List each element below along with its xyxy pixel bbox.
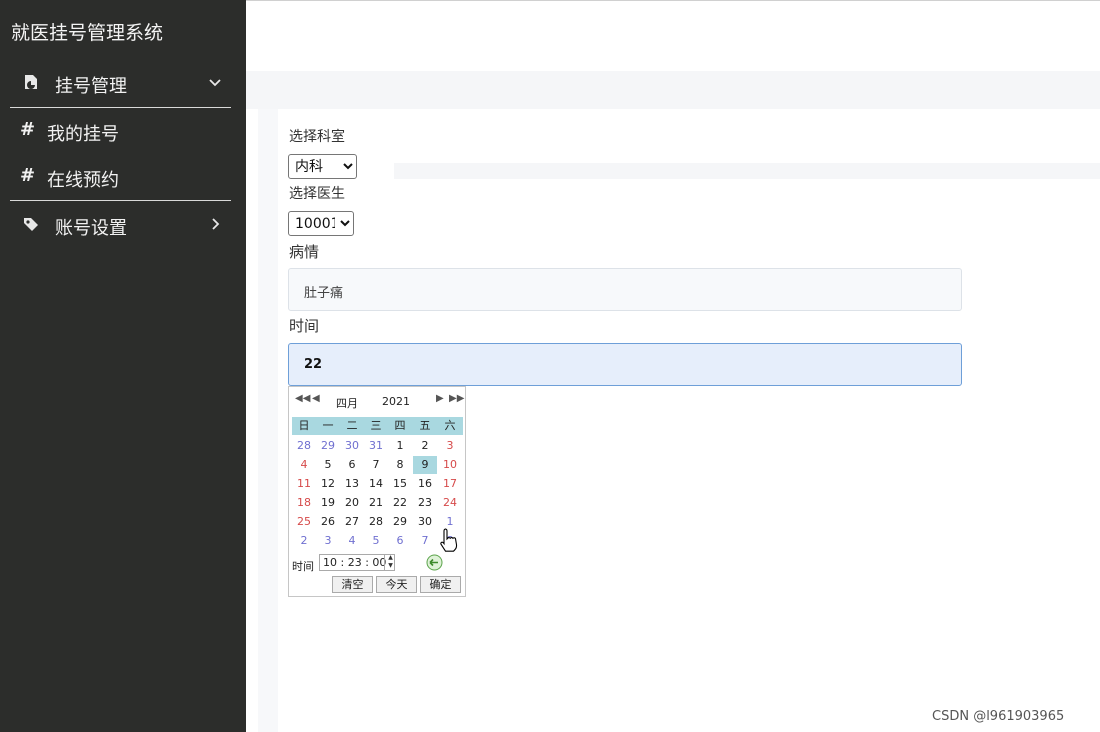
day-cell[interactable]: 1 <box>388 437 412 455</box>
day-cell[interactable]: 8 <box>388 456 412 474</box>
picker-time-label: 时间 <box>292 560 314 573</box>
weekday-label: 四 <box>394 419 406 432</box>
content-band <box>394 163 1100 179</box>
day-cell[interactable]: 4 <box>292 456 316 474</box>
day-cell[interactable]: 15 <box>388 475 412 493</box>
day-cell[interactable]: 4 <box>340 532 364 550</box>
sidebar: 就医挂号管理系统 挂号管理 # 我的挂号 # 在线预约 账号设置 <box>0 0 246 732</box>
department-select[interactable]: 内科 <box>288 154 357 179</box>
day-cell[interactable]: 22 <box>388 494 412 512</box>
day-cell[interactable]: 16 <box>413 475 437 493</box>
day-cell[interactable]: 3 <box>438 437 462 455</box>
watermark: CSDN @l961903965 <box>932 709 1065 724</box>
next-month-icon[interactable]: ▶ <box>436 393 444 404</box>
day-cell[interactable]: 6 <box>340 456 364 474</box>
doctor-select[interactable]: 10001 <box>288 211 354 236</box>
clear-button[interactable]: 清空 <box>332 576 373 593</box>
weekday-label: 二 <box>346 419 358 432</box>
sidebar-item-label: 账号设置 <box>55 218 127 239</box>
day-cell[interactable]: 29 <box>316 437 340 455</box>
weekday-label: 六 <box>444 419 456 432</box>
doctor-label: 选择医生 <box>289 186 345 202</box>
day-cell[interactable]: 18 <box>292 494 316 512</box>
day-cell[interactable]: 9 <box>413 456 437 474</box>
day-cell[interactable]: 30 <box>413 513 437 531</box>
day-cell[interactable]: 12 <box>316 475 340 493</box>
tag-icon <box>24 218 38 231</box>
divider <box>10 107 231 108</box>
day-cell[interactable]: 17 <box>438 475 462 493</box>
sidebar-item-my-registrations[interactable]: # 我的挂号 <box>0 111 246 151</box>
day-cell[interactable]: 5 <box>316 456 340 474</box>
day-cell[interactable]: 31 <box>364 437 388 455</box>
day-cell[interactable]: 13 <box>340 475 364 493</box>
sidebar-item-label: 在线预约 <box>47 170 119 191</box>
chevron-right-icon <box>212 218 220 230</box>
hand-cursor-icon <box>440 528 458 552</box>
prev-year-icon[interactable]: ◀◀ <box>295 393 310 404</box>
day-cell[interactable]: 14 <box>364 475 388 493</box>
day-cell[interactable]: 2 <box>413 437 437 455</box>
day-cell[interactable]: 11 <box>292 475 316 493</box>
day-cell[interactable]: 21 <box>364 494 388 512</box>
day-cell[interactable]: 7 <box>364 456 388 474</box>
day-cell[interactable]: 3 <box>316 532 340 550</box>
sidebar-item-label: 我的挂号 <box>47 124 119 145</box>
condition-value: 肚子痛 <box>304 286 344 301</box>
next-year-icon[interactable]: ▶▶ <box>449 393 464 404</box>
today-button[interactable]: 今天 <box>376 576 417 593</box>
sidebar-item-registration-management[interactable]: 挂号管理 <box>0 63 246 103</box>
hash-icon: # <box>20 119 36 140</box>
header-divider <box>246 0 1100 1</box>
day-cell[interactable]: 28 <box>292 437 316 455</box>
day-cell[interactable]: 20 <box>340 494 364 512</box>
time-input[interactable]: 22 <box>288 343 962 386</box>
day-cell[interactable]: 27 <box>340 513 364 531</box>
day-cell[interactable]: 30 <box>340 437 364 455</box>
day-cell[interactable]: 7 <box>413 532 437 550</box>
sidebar-item-online-booking[interactable]: # 在线预约 <box>0 157 246 197</box>
hour-field[interactable]: 10 <box>323 556 337 569</box>
chevron-down-icon <box>209 79 221 87</box>
weekday-label: 五 <box>419 419 431 432</box>
minute-field[interactable]: 23 <box>348 556 362 569</box>
condition-label: 病情 <box>289 243 320 261</box>
day-cell[interactable]: 2 <box>292 532 316 550</box>
day-cell[interactable]: 26 <box>316 513 340 531</box>
day-cell[interactable]: 29 <box>388 513 412 531</box>
refresh-icon[interactable] <box>426 554 443 571</box>
sidebar-item-label: 挂号管理 <box>55 76 127 97</box>
day-cell[interactable]: 19 <box>316 494 340 512</box>
hash-icon: # <box>20 165 36 186</box>
day-cell[interactable]: 28 <box>364 513 388 531</box>
content-header-band <box>246 71 1100 109</box>
month-select[interactable]: 四月 <box>336 395 358 411</box>
condition-input[interactable]: 肚子痛 <box>288 268 962 311</box>
app-title: 就医挂号管理系统 <box>11 22 164 44</box>
weekday-label: 三 <box>370 419 382 432</box>
year-select[interactable]: 2021 <box>382 395 410 408</box>
date-picker: ◀◀ ◀ 四月 2021 ▶ ▶▶ 日一二三四五六 28 29 30 31 1 2 3 4 5 6… <box>288 386 466 597</box>
sidebar-item-account-settings[interactable]: 账号设置 <box>0 205 246 245</box>
day-cell[interactable]: 24 <box>438 494 462 512</box>
day-cell[interactable]: 10 <box>438 456 462 474</box>
time-value: 22 <box>304 357 323 372</box>
day-cell[interactable]: 23 <box>413 494 437 512</box>
divider <box>10 200 231 201</box>
content-gutter <box>258 109 278 732</box>
department-label: 选择科室 <box>289 129 345 145</box>
day-cell[interactable]: 5 <box>364 532 388 550</box>
book-icon <box>25 75 37 89</box>
day-cell[interactable]: 6 <box>388 532 412 550</box>
day-cell[interactable]: 25 <box>292 513 316 531</box>
time-spinner[interactable]: ▲ ▼ <box>384 554 396 571</box>
weekday-label: 日 <box>298 419 310 432</box>
ok-button[interactable]: 确定 <box>420 576 461 593</box>
prev-month-icon[interactable]: ◀ <box>312 393 320 404</box>
weekday-label: 一 <box>322 419 334 432</box>
time-label: 时间 <box>289 317 320 335</box>
